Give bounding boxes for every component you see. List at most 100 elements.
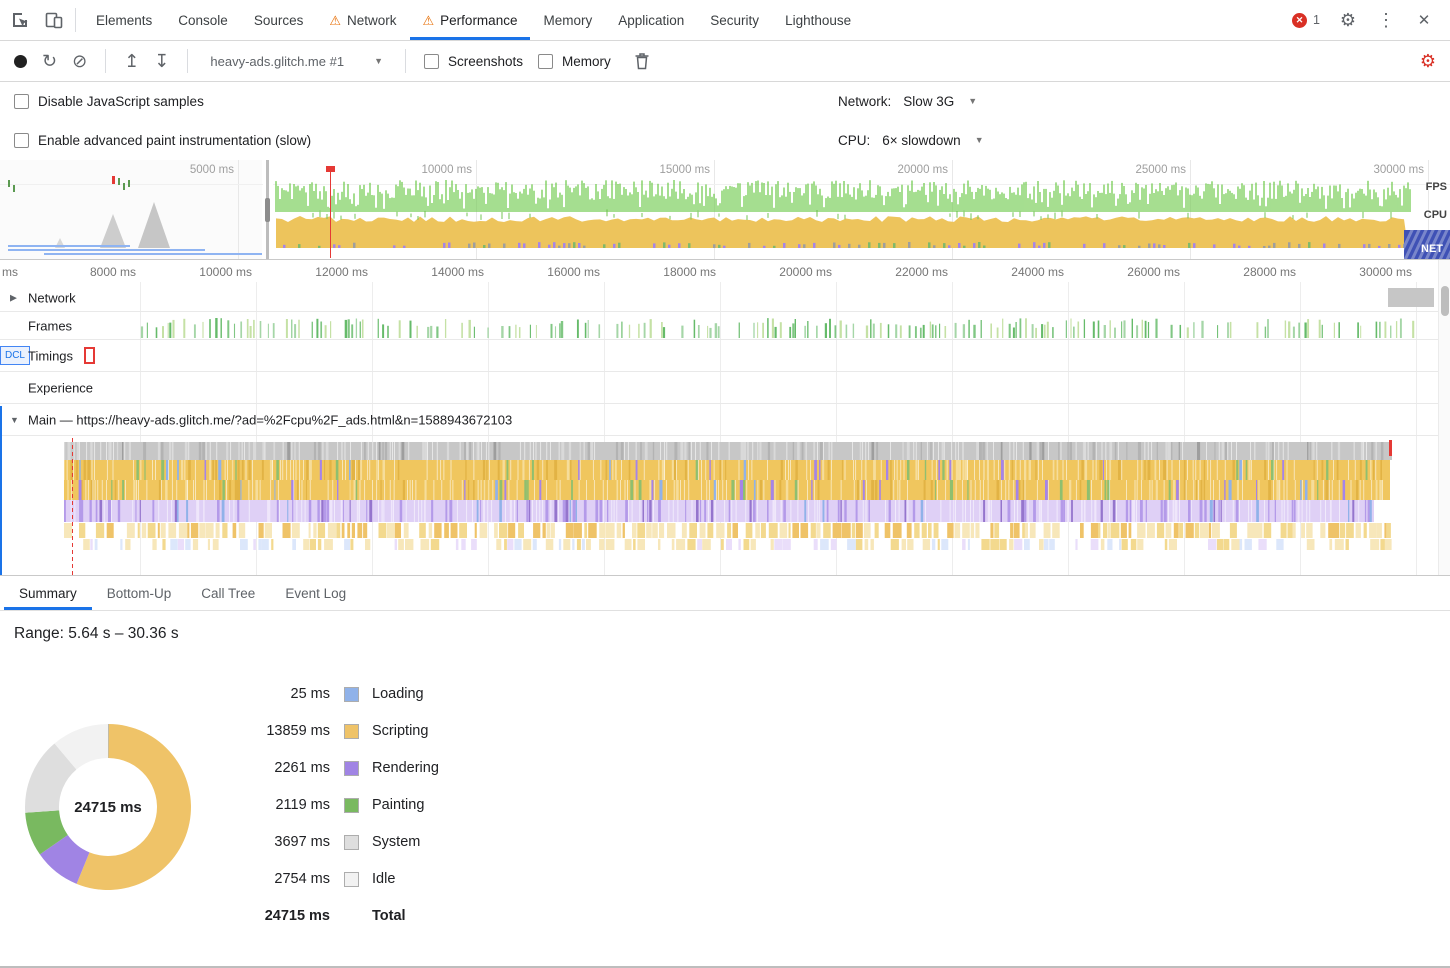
devtools-window: Elements Console Sources ⚠ Network ⚠ Per… xyxy=(0,0,1450,968)
divider xyxy=(105,49,106,73)
load-profile-button[interactable]: ↥ xyxy=(124,52,139,70)
drawer-tabbar: Summary Bottom-Up Call Tree Event Log xyxy=(0,575,1450,611)
vertical-scrollbar[interactable] xyxy=(1438,260,1450,575)
legend-swatch xyxy=(344,835,359,850)
device-toolbar-icon[interactable] xyxy=(38,4,70,36)
legend-swatch xyxy=(344,872,359,887)
divider xyxy=(75,8,76,32)
legend-label: Rendering xyxy=(372,760,439,776)
timings-track-row[interactable]: DCL Timings xyxy=(0,340,1450,372)
checkbox-box[interactable] xyxy=(424,54,439,69)
settings-gear-icon[interactable]: ⚙ xyxy=(1332,4,1364,36)
tabbar-left-icons xyxy=(0,0,83,40)
tab-security[interactable]: Security xyxy=(697,0,772,40)
record-button[interactable] xyxy=(14,55,27,68)
legend-value: 3697 ms xyxy=(150,834,330,850)
tab-lighthouse[interactable]: Lighthouse xyxy=(772,0,864,40)
legend-row-system: 3697 ms System xyxy=(150,831,439,853)
main-track-label: Main — https://heavy-ads.glitch.me/?ad=%… xyxy=(28,412,512,427)
network-track-scrollbar[interactable] xyxy=(1388,288,1434,307)
trash-icon xyxy=(634,52,650,70)
legend-label: System xyxy=(372,834,420,850)
screenshots-checkbox[interactable]: Screenshots xyxy=(424,54,523,69)
timing-marker[interactable] xyxy=(84,347,95,364)
timings-track-label: Timings xyxy=(28,348,73,363)
reload-and-record-button[interactable]: ↻ xyxy=(42,52,57,70)
chevron-down-icon: ▼ xyxy=(975,136,984,145)
main-track-header[interactable]: ▼ Main — https://heavy-ads.glitch.me/?ad… xyxy=(0,404,1450,436)
devtools-tabbar: Elements Console Sources ⚠ Network ⚠ Per… xyxy=(0,0,1450,41)
tab-application[interactable]: Application xyxy=(605,0,697,40)
timeline-time-label: 10000 ms xyxy=(164,265,252,279)
triangle-right-icon[interactable]: ▶ xyxy=(10,292,17,303)
error-count-badge[interactable]: ✕ 1 xyxy=(1286,13,1326,28)
timeline-time-label: 26000 ms xyxy=(1092,265,1180,279)
close-icon[interactable]: ✕ xyxy=(1408,4,1440,36)
flame-canvas[interactable] xyxy=(56,438,1396,575)
tab-call-tree[interactable]: Call Tree xyxy=(186,576,270,610)
capture-settings-gear-icon[interactable]: ⚙ xyxy=(1420,51,1436,72)
disable-js-samples-checkbox[interactable]: Disable JavaScript samples xyxy=(14,94,204,109)
legend-row-loading: 25 ms Loading xyxy=(150,683,439,705)
tab-performance[interactable]: ⚠ Performance xyxy=(410,0,531,40)
legend-row-rendering: 2261 ms Rendering xyxy=(150,757,439,779)
panel-tabs: Elements Console Sources ⚠ Network ⚠ Per… xyxy=(83,0,864,40)
network-throttle-group: Network: Slow 3G ▼ xyxy=(838,94,977,109)
triangle-down-icon[interactable]: ▼ xyxy=(10,415,19,425)
device-toolbar-glyph xyxy=(44,10,64,30)
overview-strip[interactable]: FPS CPU NET 5000 ms10000 ms15000 ms20000… xyxy=(0,160,1450,260)
advanced-paint-checkbox[interactable]: Enable advanced paint instrumentation (s… xyxy=(14,133,311,148)
tab-elements[interactable]: Elements xyxy=(83,0,165,40)
tab-event-log[interactable]: Event Log xyxy=(270,576,361,610)
memory-checkbox[interactable]: Memory xyxy=(538,54,611,69)
timeline-time-label: 24000 ms xyxy=(976,265,1064,279)
checkbox-box[interactable] xyxy=(14,94,29,109)
scrollbar-thumb[interactable] xyxy=(1441,286,1449,316)
legend-row-scripting: 13859 ms Scripting xyxy=(150,720,439,742)
tab-sources[interactable]: Sources xyxy=(241,0,317,40)
frames-track-row[interactable]: Frames xyxy=(0,312,1450,340)
checkbox-box[interactable] xyxy=(14,133,29,148)
cpu-label: CPU xyxy=(1424,209,1447,221)
timeline-time-label: 30000 ms xyxy=(1324,265,1412,279)
legend-label: Idle xyxy=(372,871,395,887)
experience-track-row[interactable]: Experience xyxy=(0,372,1450,404)
legend-value: 2261 ms xyxy=(150,760,330,776)
kebab-menu-icon[interactable]: ⋮ xyxy=(1370,4,1402,36)
legend-label: Painting xyxy=(372,797,424,813)
capture-options-row-2: Enable advanced paint instrumentation (s… xyxy=(0,121,1450,160)
capture-options-row-1: Disable JavaScript samples Network: Slow… xyxy=(0,82,1450,121)
save-profile-button[interactable]: ↧ xyxy=(154,52,169,70)
tab-bottom-up[interactable]: Bottom-Up xyxy=(92,576,187,610)
waterfall[interactable]: ms8000 ms10000 ms12000 ms14000 ms16000 m… xyxy=(0,260,1450,575)
cpu-throttle-select[interactable]: 6× slowdown ▼ xyxy=(882,133,983,148)
chevron-down-icon: ▼ xyxy=(968,97,977,106)
profile-select[interactable]: heavy-ads.glitch.me #1 ▼ xyxy=(206,54,387,69)
dcl-marker[interactable]: DCL xyxy=(0,346,30,365)
chevron-down-icon: ▼ xyxy=(374,57,383,66)
network-track-label: Network xyxy=(28,290,76,305)
summary-legend: 25 ms Loading 13859 ms Scripting 2261 ms… xyxy=(150,683,439,942)
timeline-time-label: 20000 ms xyxy=(744,265,832,279)
cpu-throttle-label: CPU: xyxy=(838,133,870,148)
overview-canvas[interactable] xyxy=(0,160,1450,260)
tab-network[interactable]: ⚠ Network xyxy=(316,0,409,40)
tab-console[interactable]: Console xyxy=(165,0,241,40)
legend-value: 25 ms xyxy=(150,686,330,702)
warning-icon: ⚠ xyxy=(329,14,341,27)
summary-panel: Range: 5.64 s – 30.36 s 24715 ms 25 ms L… xyxy=(0,611,1450,968)
checkbox-box[interactable] xyxy=(538,54,553,69)
performance-toolbar: ↻ ⊘ ↥ ↧ heavy-ads.glitch.me #1 ▼ Screens… xyxy=(0,41,1450,82)
network-track-row[interactable]: ▶ Network xyxy=(0,284,1450,312)
legend-value: 2754 ms xyxy=(150,871,330,887)
network-throttle-label: Network: xyxy=(838,94,891,109)
inspect-element-icon[interactable] xyxy=(4,4,36,36)
tab-summary[interactable]: Summary xyxy=(4,576,92,610)
garbage-collect-button[interactable] xyxy=(626,45,658,77)
frames-track-label: Frames xyxy=(28,318,72,333)
tab-memory[interactable]: Memory xyxy=(530,0,605,40)
clear-recording-button[interactable]: ⊘ xyxy=(72,52,87,70)
network-throttle-select[interactable]: Slow 3G ▼ xyxy=(903,94,977,109)
timeline-time-label: 8000 ms xyxy=(48,265,136,279)
legend-label: Scripting xyxy=(372,723,428,739)
